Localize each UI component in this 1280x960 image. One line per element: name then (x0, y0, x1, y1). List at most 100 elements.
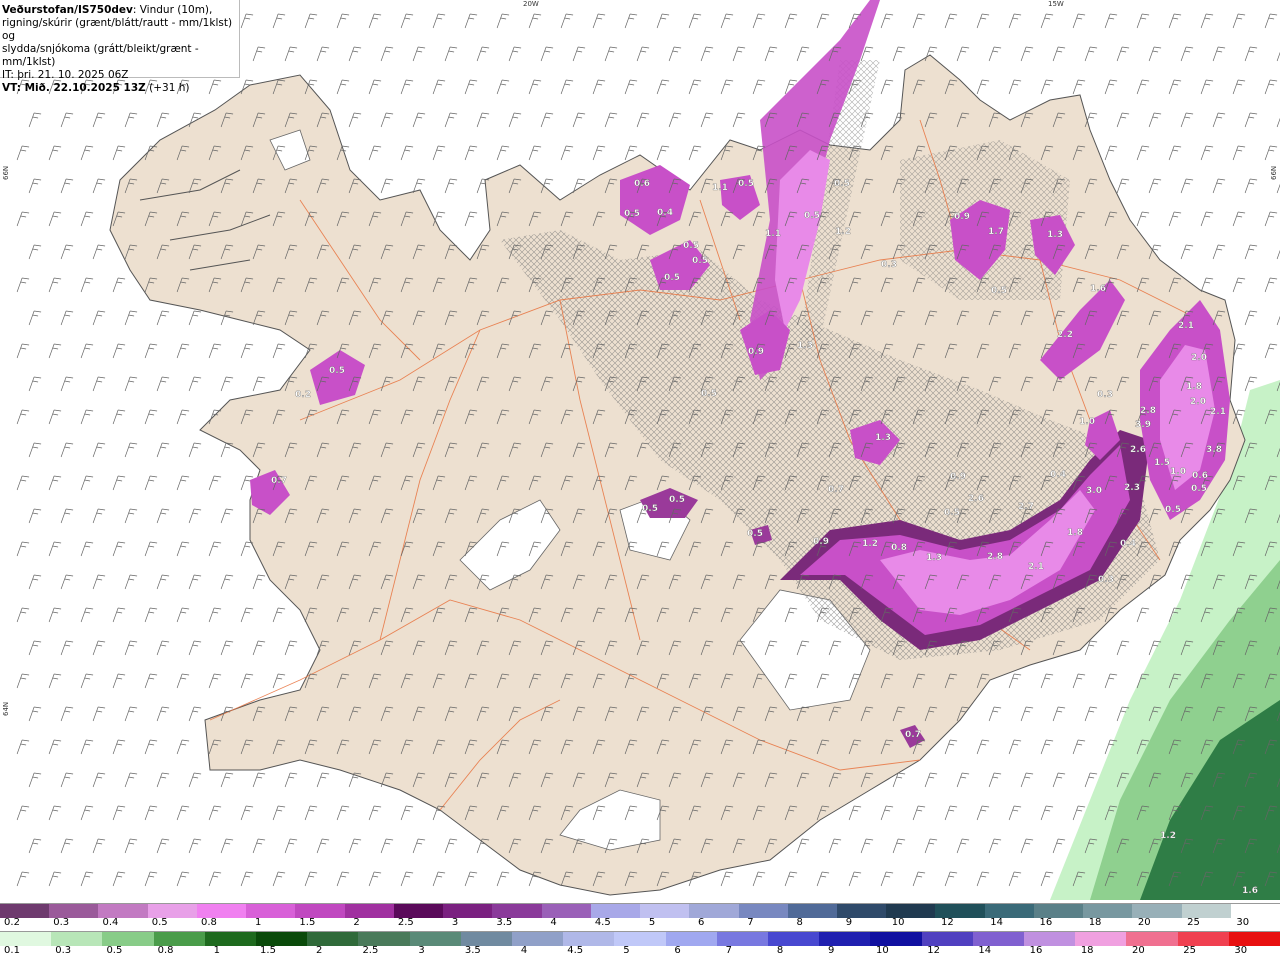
precip-value-label: 0.6 (634, 179, 650, 189)
scale-swatch (689, 904, 739, 918)
init-time: IT: þri. 21. 10. 2025 06Z (2, 69, 129, 81)
precip-value-label: 0.9 (748, 347, 764, 357)
title-rest: : Vindur (10m), (132, 4, 213, 16)
precip-value-label: 0.7 (828, 485, 844, 495)
precip-value-label: 0.5 (944, 508, 960, 518)
scale-tick-label: 0.5 (151, 917, 168, 928)
scale-tick-label: 2 (316, 945, 323, 956)
scale-swatch (590, 904, 641, 918)
scale-swatch (614, 932, 666, 946)
scale-swatch (870, 932, 922, 946)
scale-tick-label: 0.2 (4, 917, 20, 928)
scale-tick-label: 16 (1029, 945, 1043, 956)
scale-tick-label: 3 (418, 945, 425, 956)
precip-value-label: 1.0 (1079, 417, 1095, 427)
scale-swatch (153, 932, 205, 946)
scale-tick-label: 7 (725, 945, 732, 956)
precip-value-label: 3.0 (1086, 486, 1102, 496)
scale-swatch (640, 904, 690, 918)
scale-swatch (716, 932, 769, 946)
scale-tick-label: 1 (213, 945, 220, 956)
scale-swatch (1075, 932, 1127, 946)
scale-tick-label: 4 (520, 945, 528, 956)
scale-tick-label: 30 (1236, 917, 1250, 928)
snow-color-scale (0, 903, 1280, 918)
precip-value-label: 1.2 (835, 227, 851, 237)
scale-tick-label: 6 (698, 917, 705, 928)
scale-swatch (563, 932, 615, 946)
scale-swatch (1126, 932, 1178, 946)
precip-value-label: 1.6 (1090, 284, 1106, 294)
precip-value-label: 3.9 (1135, 420, 1151, 430)
precip-value-label: 2.2 (1057, 330, 1073, 340)
scale-swatch (1033, 904, 1084, 918)
lat-label-66n-left: 66N (2, 165, 10, 180)
precip-value-label: 1.1 (712, 183, 728, 193)
precip-value-label: 1.0 (1170, 467, 1186, 477)
lon-label-15w: 15W (1048, 0, 1064, 8)
scale-tick-label: 5 (623, 945, 630, 956)
precip-value-label: 0.5 (804, 211, 820, 221)
weather-map: 0.5 0.2 0.7 0.6 0.5 0.4 1.1 0.5 0.5 1.1 0.5 1.2 0.5 0… (0, 0, 1280, 900)
precip-value-label: 0.5 (738, 179, 754, 189)
scale-swatch (460, 932, 513, 946)
title-line2: rigning/skúrir (grænt/blátt/rautt - mm/1… (2, 17, 233, 42)
precip-value-label: 0.5 (747, 529, 763, 539)
scale-tick-label: 8 (796, 917, 803, 928)
scale-tick-label: 20 (1132, 945, 1145, 956)
scale-swatch (1181, 904, 1231, 918)
precip-value-label: 2.8 (1140, 406, 1156, 416)
precip-value-label: 0.5 (683, 241, 699, 251)
scale-tick-label: 2.5 (397, 917, 414, 928)
scale-swatch (98, 904, 148, 918)
precip-value-label: 1.6 (1242, 886, 1258, 896)
scale-tick-label: 12 (927, 945, 940, 956)
scale-tick-label: 2.5 (362, 945, 379, 956)
scale-swatch (836, 904, 887, 918)
scale-tick-label: 14 (978, 945, 992, 956)
scale-swatch (196, 904, 247, 918)
scale-swatch (738, 904, 788, 918)
scale-tick-label: 4.5 (567, 945, 584, 956)
precip-value-label: 2.6 (1130, 445, 1146, 455)
scale-tick-label: 0.5 (106, 945, 123, 956)
scale-swatch (393, 904, 444, 918)
precip-value-label: 0.5 (664, 273, 680, 283)
scale-swatch (443, 904, 493, 918)
scale-swatch (972, 932, 1025, 946)
precip-value-label: 0.5 (991, 286, 1007, 296)
scale-tick-label: 30 (1234, 945, 1248, 956)
precip-value-label: 0.5 (624, 209, 640, 219)
scale-tick-label: 14 (990, 917, 1003, 928)
valid-time: VT: Mið. 22.10.2025 13Z (2, 82, 146, 94)
scale-tick-label: 1.5 (260, 945, 276, 956)
scale-swatch (204, 932, 257, 946)
scale-tick-label: 20 (1137, 917, 1151, 928)
scale-swatch (984, 904, 1034, 918)
scale-tick-label: 1 (254, 917, 262, 928)
scale-swatch (819, 932, 871, 946)
precip-value-label: 0.4 (1120, 539, 1136, 549)
precip-value-label: 3.8 (1206, 445, 1222, 455)
precip-value-label: 0.9 (813, 537, 829, 547)
precip-value-label: 1.2 (1160, 831, 1176, 841)
precip-value-label: 0.4 (1050, 470, 1066, 480)
precip-value-label: 1.3 (797, 341, 813, 351)
title-bold: Veðurstofan/IS750dev (2, 4, 133, 16)
scale-tick-label: 25 (1187, 917, 1200, 928)
scale-tick-label: 12 (941, 917, 954, 928)
precip-value-label: 1.8 (1186, 382, 1202, 392)
precip-value-label: 0.4 (657, 208, 673, 218)
precip-value-label: 0.3 (881, 260, 897, 270)
scale-tick-label: 3 (451, 917, 459, 928)
scale-tick-label: 2 (353, 917, 360, 928)
scale-tick-label: 4 (550, 917, 557, 928)
precip-value-label: 0.5 (642, 504, 658, 514)
lon-label-20w: 20W (523, 0, 539, 8)
scale-tick-label: 18 (1088, 917, 1102, 928)
snow-scale-ticks: 0.2 0.3 0.4 0.5 0.8 1 1.5 2 2.5 3 3.5 4 4.5 5 6 7 8 9 10 12… (0, 917, 1280, 931)
forecast-hour: (+31 h) (145, 82, 190, 94)
precip-value-label: 0.5 (329, 366, 345, 376)
scale-swatch (492, 904, 542, 918)
precip-value-label: 2.0 (1191, 353, 1207, 363)
